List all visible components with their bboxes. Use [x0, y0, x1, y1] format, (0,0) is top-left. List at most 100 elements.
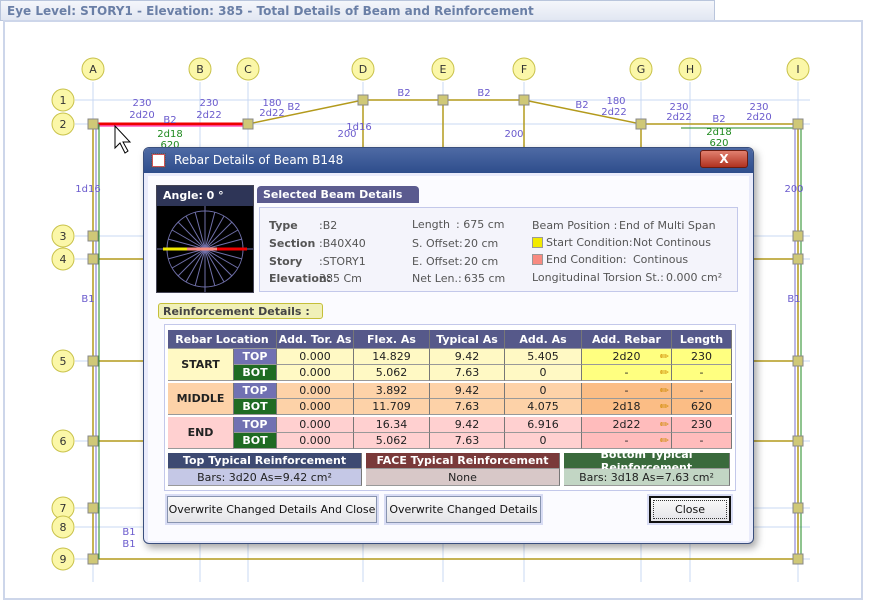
plan-label: B1 — [787, 294, 800, 305]
plan-label: B1 — [122, 539, 135, 550]
header-rebar-location: Rebar Location — [168, 330, 277, 349]
pencil-edit-icon[interactable]: ✏ — [660, 434, 669, 447]
type-value: :B2 — [319, 219, 338, 232]
pencil-edit-icon[interactable]: ✏ — [660, 384, 669, 397]
table-cell: 5.405 — [505, 349, 582, 365]
length-cell[interactable]: 230 — [672, 349, 732, 365]
add-rebar-value: - — [624, 384, 629, 397]
column-marker — [87, 253, 99, 265]
top-label: TOP — [234, 349, 277, 365]
column-marker — [437, 94, 449, 106]
net-length-label: Net Len.: — [412, 272, 462, 285]
plan-label: 1d16 — [346, 122, 371, 133]
rebar-details-dialog: Rebar Details of Beam B148 X Angle: 0 ° … — [143, 147, 754, 544]
length-cell[interactable]: - — [672, 383, 732, 399]
plan-label: 2d22 — [196, 110, 221, 121]
grid-label-row: 2 — [60, 118, 67, 131]
summary-header-bot: Bottom Typical Reinforcement — [564, 448, 730, 474]
column-marker — [87, 230, 99, 242]
length-cell[interactable]: - — [672, 365, 732, 381]
beam-position-label: Beam Position : — [532, 219, 618, 232]
table-cell: 0.000 — [277, 365, 354, 381]
location-end: END — [168, 417, 234, 449]
length-cell[interactable]: 230 — [672, 417, 732, 433]
table-cell: 0.000 — [277, 433, 354, 449]
plan-label: 200 — [504, 129, 523, 140]
column-header: Add. Rebar — [582, 330, 672, 349]
pencil-edit-icon[interactable]: ✏ — [660, 418, 669, 431]
add-rebar-cell[interactable]: 2d18 ✏ — [582, 399, 672, 415]
torsion-value: 0.000 cm² — [666, 271, 723, 284]
column-marker — [792, 253, 804, 265]
summary-value-face: None — [366, 469, 560, 486]
torsion-label: Longitudinal Torsion St.: — [532, 271, 664, 284]
column-marker — [792, 230, 804, 242]
column-marker — [518, 94, 530, 106]
add-rebar-cell[interactable]: 2d22 ✏ — [582, 417, 672, 433]
top-label: TOP — [234, 383, 277, 399]
length-label: Length — [412, 218, 450, 231]
table-cell: 0.000 — [277, 383, 354, 399]
close-dialog-button[interactable]: Close — [649, 496, 731, 523]
table-cell: 0.000 — [277, 399, 354, 415]
plan-label: B2 — [287, 102, 300, 113]
reinforcement-panel: Rebar Location Add. Tor. As Flex. As Typica… — [164, 324, 736, 491]
length-cell[interactable]: 620 — [672, 399, 732, 415]
table-cell: 0.000 — [277, 349, 354, 365]
add-rebar-cell[interactable]: - ✏ — [582, 365, 672, 381]
pencil-edit-icon[interactable]: ✏ — [660, 350, 669, 363]
plan-label: 2d20 — [129, 110, 154, 121]
window-title: Eye Level: STORY1 - Elevation: 385 - Tot… — [0, 0, 715, 21]
add-rebar-value: 2d18 — [612, 400, 641, 413]
table-cell: 9.42 — [430, 417, 505, 433]
column-marker — [87, 355, 99, 367]
table-cell: 9.42 — [430, 383, 505, 399]
type-label: Type — [269, 219, 298, 232]
close-button[interactable]: X — [700, 150, 748, 168]
dialog-app-icon — [151, 153, 166, 168]
summary-header-top: Top Typical Reinforcement — [168, 453, 362, 469]
grid-label-column: C — [244, 63, 252, 76]
bot-label: BOT — [234, 433, 277, 449]
table-cell: 9.42 — [430, 349, 505, 365]
column-marker — [792, 435, 804, 447]
table-cell: 11.709 — [354, 399, 430, 415]
add-rebar-cell[interactable]: - ✏ — [582, 383, 672, 399]
net-length-value: 635 cm — [464, 272, 506, 285]
table-cell: 5.062 — [354, 433, 430, 449]
add-rebar-cell[interactable]: 2d20 ✏ — [582, 349, 672, 365]
column-marker — [792, 502, 804, 514]
grid-label-row: 6 — [60, 435, 67, 448]
table-cell: 7.63 — [430, 365, 505, 381]
plan-label: B2 — [163, 115, 176, 126]
column-marker — [87, 435, 99, 447]
end-condition-label: End Condition: — [546, 253, 627, 266]
plan-label: B1 — [81, 294, 94, 305]
grid-label-column: F — [521, 63, 527, 76]
plan-label: 2d18 — [157, 129, 182, 140]
reinforcement-table: Rebar Location Add. Tor. As Flex. As Typica… — [168, 330, 732, 486]
bot-label: BOT — [234, 365, 277, 381]
add-rebar-value: - — [624, 434, 629, 447]
start-offset-value: 20 cm — [464, 237, 499, 250]
plan-label: 2d18 — [706, 127, 731, 138]
pencil-edit-icon[interactable]: ✏ — [660, 366, 669, 379]
grid-label-column: E — [440, 63, 447, 76]
grid-label-row: 7 — [60, 502, 67, 515]
story-label: Story — [269, 255, 303, 268]
overwrite-and-close-button[interactable]: Overwrite Changed Details And Close — [167, 496, 377, 523]
grid-label-row: 1 — [60, 94, 67, 107]
grid-label-column: B — [196, 63, 204, 76]
grid-label-row: 3 — [60, 230, 67, 243]
add-rebar-value: 2d22 — [612, 418, 641, 431]
section-value: :B40X40 — [319, 237, 366, 250]
column-header: Length — [672, 330, 732, 349]
end-offset-value: 20 cm — [464, 255, 499, 268]
summary-value-top: Bars: 3d20 As=9.42 cm² — [168, 469, 362, 486]
overwrite-button[interactable]: Overwrite Changed Details — [386, 496, 541, 523]
summary-header-face: FACE Typical Reinforcement — [366, 453, 560, 469]
start-condition-label: Start Condition: — [546, 236, 633, 249]
section-label: Section — [269, 237, 316, 250]
start-color-swatch — [532, 237, 543, 248]
pencil-edit-icon[interactable]: ✏ — [660, 400, 669, 413]
